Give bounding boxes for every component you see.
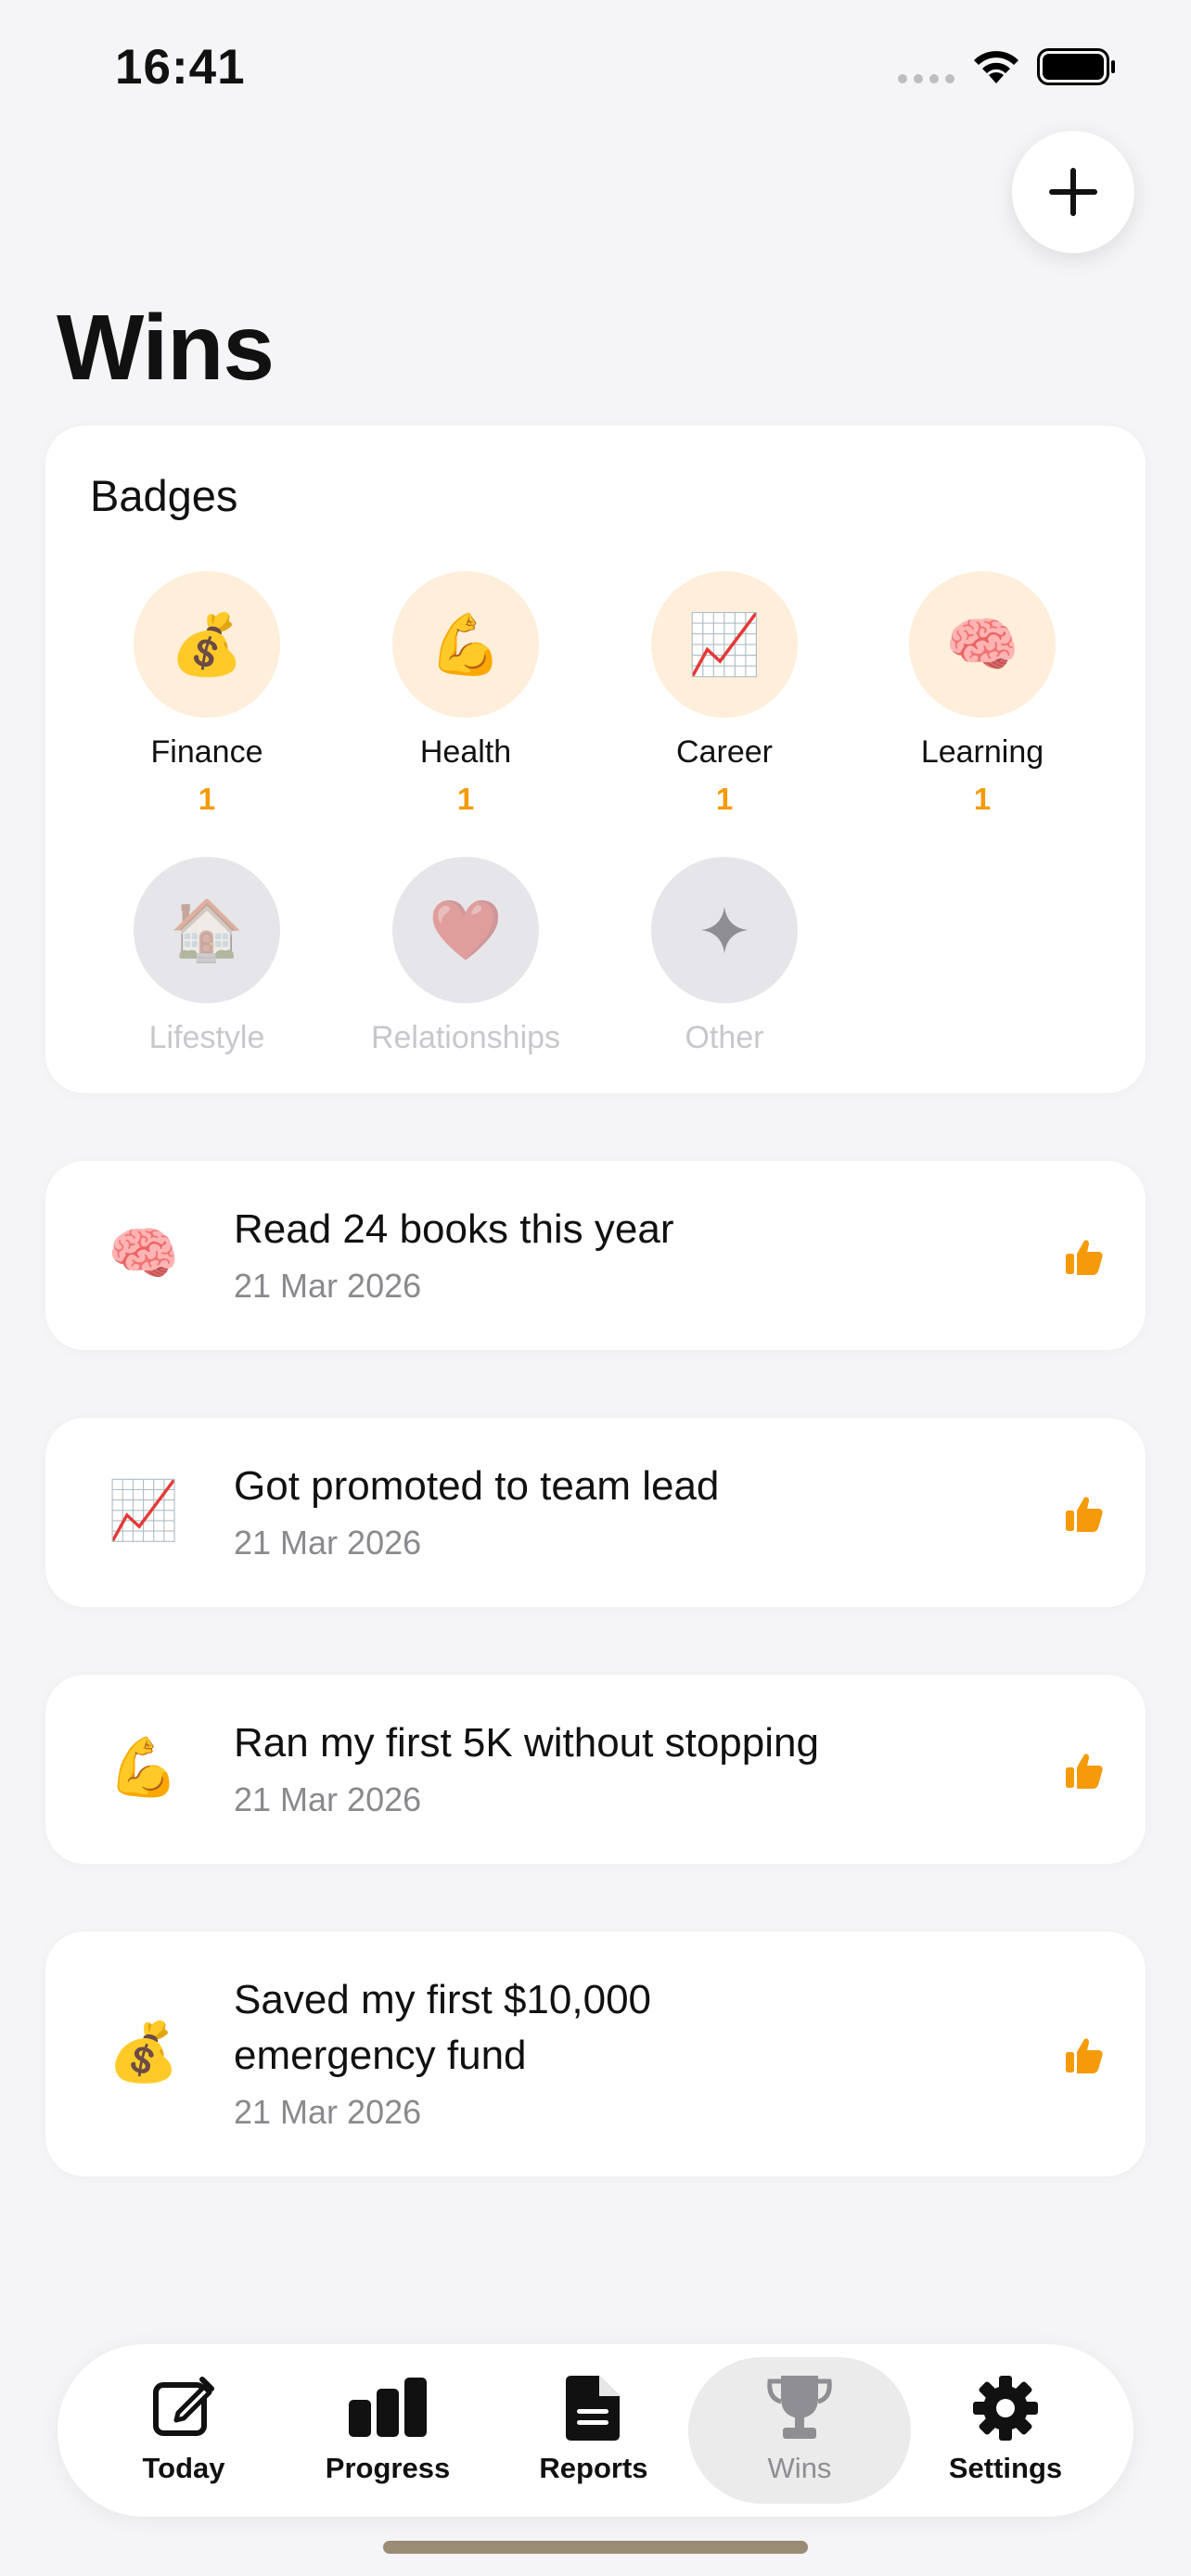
badge-count: 1 bbox=[456, 782, 475, 816]
tab-wins[interactable]: Wins bbox=[688, 2357, 911, 2504]
badge-health[interactable]: 💪 Health 1 bbox=[359, 571, 572, 817]
badge-lifestyle[interactable]: 🏠 Lifestyle bbox=[100, 857, 314, 1056]
badge-circle: 🏠 bbox=[134, 857, 280, 1003]
badge-count: 1 bbox=[715, 782, 734, 816]
thumbs-up-icon[interactable] bbox=[1064, 1494, 1105, 1535]
badge-count: 1 bbox=[198, 782, 216, 816]
thumbs-up-icon[interactable] bbox=[1064, 1237, 1105, 1278]
win-date: 21 Mar 2026 bbox=[234, 2093, 422, 2131]
status-time: 16:41 bbox=[115, 40, 246, 95]
cellular-signal-icon bbox=[898, 74, 954, 83]
badge-learning[interactable]: 🧠 Learning 1 bbox=[876, 571, 1089, 817]
badge-circle bbox=[651, 857, 798, 1003]
badge-name: Career bbox=[676, 734, 773, 770]
gear-icon bbox=[973, 2376, 1038, 2441]
win-card[interactable]: 💪 Ran my first 5K without stopping 21 Ma… bbox=[45, 1675, 1146, 1864]
plus-icon bbox=[1049, 168, 1097, 216]
add-win-button[interactable] bbox=[1012, 131, 1134, 253]
flexed-biceps-icon: 💪 bbox=[429, 610, 503, 678]
tab-label: Today bbox=[142, 2452, 225, 2484]
badge-name: Relationships bbox=[370, 1020, 561, 1055]
thumbs-up-icon[interactable] bbox=[1064, 2035, 1105, 2076]
tab-label: Progress bbox=[325, 2452, 451, 2484]
battery-icon bbox=[1037, 48, 1115, 85]
win-title: Got promoted to team lead bbox=[234, 1463, 720, 1509]
heart-icon: ❤️ bbox=[429, 896, 503, 963]
badge-circle: 💪 bbox=[392, 571, 539, 718]
win-title: Ran my first 5K without stopping bbox=[234, 1720, 819, 1766]
badges-title: Badges bbox=[90, 471, 238, 520]
tab-reports[interactable]: Reports bbox=[482, 2357, 705, 2504]
page-title: Wins bbox=[57, 296, 275, 400]
badge-name: Health bbox=[419, 734, 512, 770]
badge-count: 1 bbox=[973, 782, 992, 816]
tab-today[interactable]: Today bbox=[72, 2357, 295, 2504]
win-card[interactable]: 💰 Saved my first $10,000 emergency fund … bbox=[45, 1932, 1146, 2176]
brain-icon: 🧠 bbox=[945, 610, 1019, 678]
house-icon: 🏠 bbox=[170, 896, 244, 963]
badge-name: Finance bbox=[150, 734, 263, 770]
badge-other[interactable]: Other bbox=[618, 857, 831, 1056]
chart-increasing-icon: 📈 bbox=[108, 1479, 180, 1543]
badge-circle: 🧠 bbox=[909, 571, 1056, 718]
win-title: Read 24 books this year bbox=[234, 1206, 674, 1252]
compose-icon bbox=[153, 2377, 214, 2436]
win-date: 21 Mar 2026 bbox=[234, 1267, 422, 1305]
sparkle-icon bbox=[701, 907, 748, 953]
badge-name: Lifestyle bbox=[148, 1020, 265, 1055]
document-icon bbox=[566, 2376, 620, 2441]
badge-circle: ❤️ bbox=[392, 857, 539, 1003]
badge-career[interactable]: 📈 Career 1 bbox=[618, 571, 831, 817]
flexed-biceps-icon: 💪 bbox=[108, 1736, 180, 1800]
tab-label: Reports bbox=[539, 2452, 648, 2484]
trophy-icon bbox=[767, 2376, 832, 2439]
win-title: Saved my first $10,000 bbox=[234, 1977, 652, 2022]
badge-name: Learning bbox=[920, 734, 1044, 770]
win-card[interactable]: 📈 Got promoted to team lead 21 Mar 2026 bbox=[45, 1418, 1146, 1607]
tab-label: Wins bbox=[767, 2452, 832, 2484]
money-bag-icon: 💰 bbox=[170, 610, 244, 678]
badge-finance[interactable]: 💰 Finance 1 bbox=[100, 571, 314, 817]
win-card[interactable]: 🧠 Read 24 books this year 21 Mar 2026 bbox=[45, 1161, 1146, 1350]
thumbs-up-icon[interactable] bbox=[1064, 1751, 1105, 1792]
money-bag-icon: 💰 bbox=[108, 2021, 180, 2085]
win-date: 21 Mar 2026 bbox=[234, 1780, 422, 1818]
status-bar: 16:41 bbox=[0, 0, 1191, 139]
badge-circle: 📈 bbox=[651, 571, 798, 718]
badges-card: Badges 💰 Finance 1 💪 Health 1 📈 Career 1… bbox=[45, 426, 1146, 1093]
tab-bar: Today Progress Reports Wins Settings bbox=[58, 2344, 1133, 2517]
chart-increasing-icon: 📈 bbox=[687, 610, 762, 678]
win-title-continued: emergency fund bbox=[234, 2033, 527, 2078]
brain-icon: 🧠 bbox=[108, 1222, 180, 1286]
tab-progress[interactable]: Progress bbox=[276, 2357, 499, 2504]
tab-label: Settings bbox=[948, 2452, 1063, 2484]
badge-relationships[interactable]: ❤️ Relationships bbox=[359, 857, 572, 1056]
wifi-icon bbox=[974, 51, 1018, 83]
home-indicator[interactable] bbox=[383, 2541, 808, 2554]
badge-circle: 💰 bbox=[134, 571, 280, 718]
badge-name: Other bbox=[685, 1020, 764, 1055]
win-date: 21 Mar 2026 bbox=[234, 1524, 422, 1562]
bar-chart-icon bbox=[349, 2378, 427, 2437]
tab-settings[interactable]: Settings bbox=[894, 2357, 1117, 2504]
